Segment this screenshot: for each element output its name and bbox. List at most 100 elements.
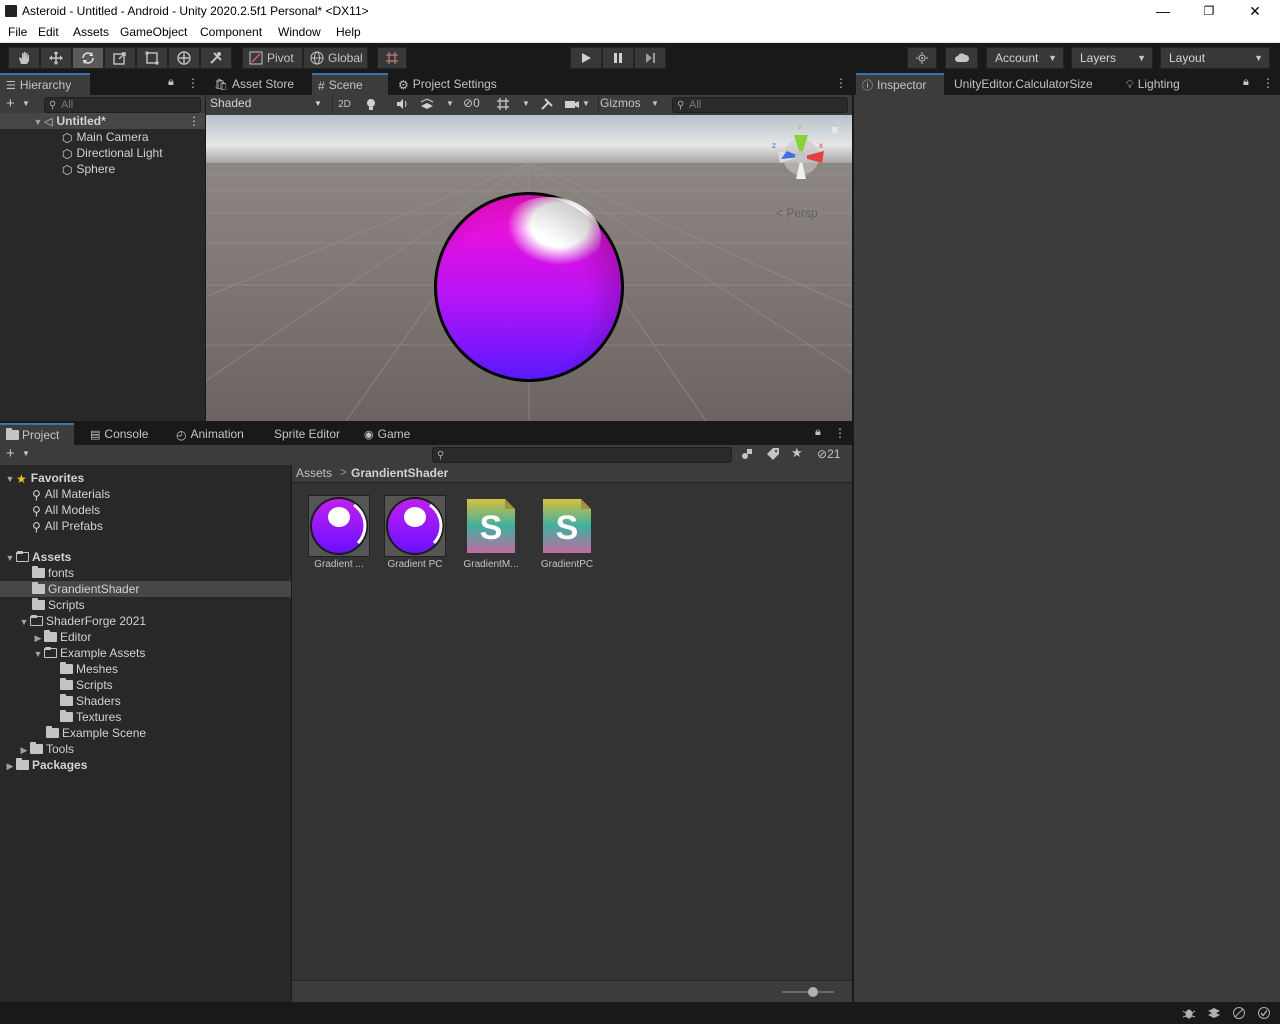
- folder-item[interactable]: Scripts: [60, 677, 113, 693]
- folder-item[interactable]: Scripts: [32, 597, 85, 613]
- tab-asset-store[interactable]: 🛍︎ Asset Store: [208, 73, 310, 95]
- lock-icon[interactable]: 🔒︎: [168, 76, 174, 89]
- hidden-objects-toggle[interactable]: ⊘0: [463, 96, 480, 110]
- layers-dropdown[interactable]: Layers ▼: [1071, 47, 1153, 69]
- hierarchy-search-input[interactable]: ⚲ All: [44, 97, 201, 113]
- add-icon[interactable]: +: [6, 445, 15, 462]
- menu-gameobject[interactable]: GameObject: [120, 25, 187, 39]
- menu-file[interactable]: File: [8, 25, 27, 39]
- lighting-toggle-icon[interactable]: [364, 97, 378, 114]
- custom-tool-button[interactable]: [200, 47, 232, 69]
- lighting-bake-icon[interactable]: [1207, 1006, 1221, 1023]
- rotate-tool-button[interactable]: [72, 47, 104, 69]
- menu-help[interactable]: Help: [336, 25, 361, 39]
- move-tool-button[interactable]: [40, 47, 72, 69]
- cloud-button[interactable]: [945, 47, 978, 69]
- menu-assets[interactable]: Assets: [73, 25, 109, 39]
- tab-project[interactable]: Project: [0, 423, 74, 445]
- favorites-header[interactable]: ▼ ★ Favorites: [4, 470, 85, 486]
- play-button[interactable]: [570, 47, 602, 69]
- projection-label[interactable]: < Persp: [776, 206, 818, 220]
- search-by-type-icon[interactable]: [740, 447, 754, 464]
- packages-root[interactable]: ▶ Packages: [4, 757, 87, 773]
- chevron-down-icon[interactable]: ▼: [582, 99, 590, 108]
- tab-console[interactable]: ▤ Console: [84, 423, 162, 445]
- audio-toggle-icon[interactable]: [395, 97, 409, 114]
- tab-game[interactable]: ◉ Game: [358, 423, 424, 445]
- breadcrumb-current[interactable]: GrandientShader: [351, 466, 448, 480]
- favorite-item[interactable]: ⚲ All Prefabs: [32, 518, 103, 534]
- icon-size-slider-thumb[interactable]: [808, 987, 818, 997]
- close-button[interactable]: ✕: [1232, 0, 1278, 23]
- scale-tool-button[interactable]: [104, 47, 136, 69]
- folder-item-selected[interactable]: GrandientShader: [0, 581, 291, 597]
- assets-root[interactable]: ▼ Assets: [4, 549, 72, 565]
- hand-tool-button[interactable]: [8, 47, 40, 69]
- grid-toggle-icon[interactable]: [496, 97, 510, 114]
- pivot-toggle[interactable]: Pivot: [242, 47, 303, 69]
- camera-icon[interactable]: [564, 97, 580, 114]
- hierarchy-item-sphere[interactable]: ⬡ Sphere: [62, 161, 115, 177]
- folder-item[interactable]: Shaders: [60, 693, 121, 709]
- favorite-item[interactable]: ⚲ All Materials: [32, 486, 110, 502]
- tab-project-settings[interactable]: ⚙ Project Settings: [392, 73, 512, 95]
- asset-material-gradient-pc[interactable]: Gradient PC: [384, 495, 446, 575]
- folder-item[interactable]: Example Scene: [46, 725, 146, 741]
- tab-inspector[interactable]: ⓘ Inspector: [856, 73, 944, 95]
- folder-item[interactable]: ▶ Tools: [18, 741, 74, 757]
- grid-snap-button[interactable]: [377, 47, 407, 69]
- panel-menu-icon[interactable]: ⋮: [187, 76, 199, 90]
- folder-item[interactable]: ▼ Example Assets: [32, 645, 146, 661]
- hierarchy-item-directional-light[interactable]: ⬡ Directional Light: [62, 145, 163, 161]
- menu-window[interactable]: Window: [278, 25, 321, 39]
- scene-viewport[interactable]: y x z < Persp: [206, 115, 852, 421]
- panel-menu-icon[interactable]: ⋮: [834, 426, 846, 440]
- chevron-down-icon[interactable]: ▼: [446, 99, 454, 108]
- services-button[interactable]: [907, 47, 937, 69]
- panel-menu-icon[interactable]: ⋮: [1262, 76, 1274, 90]
- folder-item[interactable]: fonts: [32, 565, 74, 581]
- chevron-down-icon[interactable]: ▼: [22, 449, 30, 458]
- chevron-down-icon[interactable]: ▼: [522, 99, 530, 108]
- lock-icon[interactable]: 🔒︎: [815, 426, 821, 439]
- transform-tool-button[interactable]: [168, 47, 200, 69]
- tab-lighting[interactable]: 💡︎ Lighting: [1120, 73, 1200, 95]
- scene-menu-icon[interactable]: ⋮: [188, 113, 200, 129]
- tools-icon[interactable]: [540, 97, 554, 114]
- panel-menu-icon[interactable]: ⋮: [835, 76, 847, 90]
- favorite-item[interactable]: ⚲ All Models: [32, 502, 100, 518]
- step-button[interactable]: [634, 47, 666, 69]
- restore-button[interactable]: ❐: [1186, 0, 1232, 23]
- star-favorite-icon[interactable]: ★: [791, 445, 803, 461]
- bug-icon[interactable]: [1182, 1006, 1196, 1023]
- auto-generate-icon[interactable]: [1232, 1006, 1246, 1023]
- rect-tool-button[interactable]: [136, 47, 168, 69]
- layout-dropdown[interactable]: Layout ▼: [1160, 47, 1270, 69]
- tab-calculator-size[interactable]: UnityEditor.CalculatorSize: [948, 73, 1112, 95]
- asset-shader-gradientpc[interactable]: S GradientPC: [536, 495, 598, 575]
- account-dropdown[interactable]: Account ▼: [986, 47, 1064, 69]
- scene-search-input[interactable]: ⚲ All: [672, 97, 848, 113]
- folder-item[interactable]: Textures: [60, 709, 121, 725]
- tab-hierarchy[interactable]: ☰ Hierarchy: [0, 73, 90, 95]
- pause-button[interactable]: [602, 47, 634, 69]
- lock-icon[interactable]: 🔒︎: [1243, 76, 1249, 89]
- hierarchy-item-main-camera[interactable]: ⬡ Main Camera: [62, 129, 149, 145]
- gizmos-dropdown[interactable]: Gizmos ▼: [598, 96, 662, 113]
- folder-item[interactable]: ▶ Editor: [32, 629, 91, 645]
- shading-mode-dropdown[interactable]: Shaded ▼: [210, 96, 326, 113]
- add-icon[interactable]: +: [6, 95, 15, 112]
- menu-component[interactable]: Component: [200, 25, 262, 39]
- asset-shader-gradientm[interactable]: S GradientM...: [460, 495, 522, 575]
- tab-animation[interactable]: ◴ Animation: [170, 423, 260, 445]
- menu-edit[interactable]: Edit: [38, 25, 59, 39]
- toggle-2d-button[interactable]: 2D: [332, 96, 356, 113]
- hierarchy-scene-row[interactable]: ▼ ◁ Untitled* ⋮: [0, 113, 205, 129]
- tab-scene[interactable]: # Scene: [312, 73, 388, 95]
- effects-toggle-icon[interactable]: [419, 97, 435, 114]
- project-search-input[interactable]: ⚲: [432, 447, 732, 463]
- folder-item[interactable]: ▼ ShaderForge 2021: [18, 613, 147, 629]
- chevron-down-icon[interactable]: ▼: [22, 99, 30, 108]
- hidden-packages-toggle[interactable]: ⊘21: [817, 447, 840, 461]
- global-toggle[interactable]: Global: [303, 47, 368, 69]
